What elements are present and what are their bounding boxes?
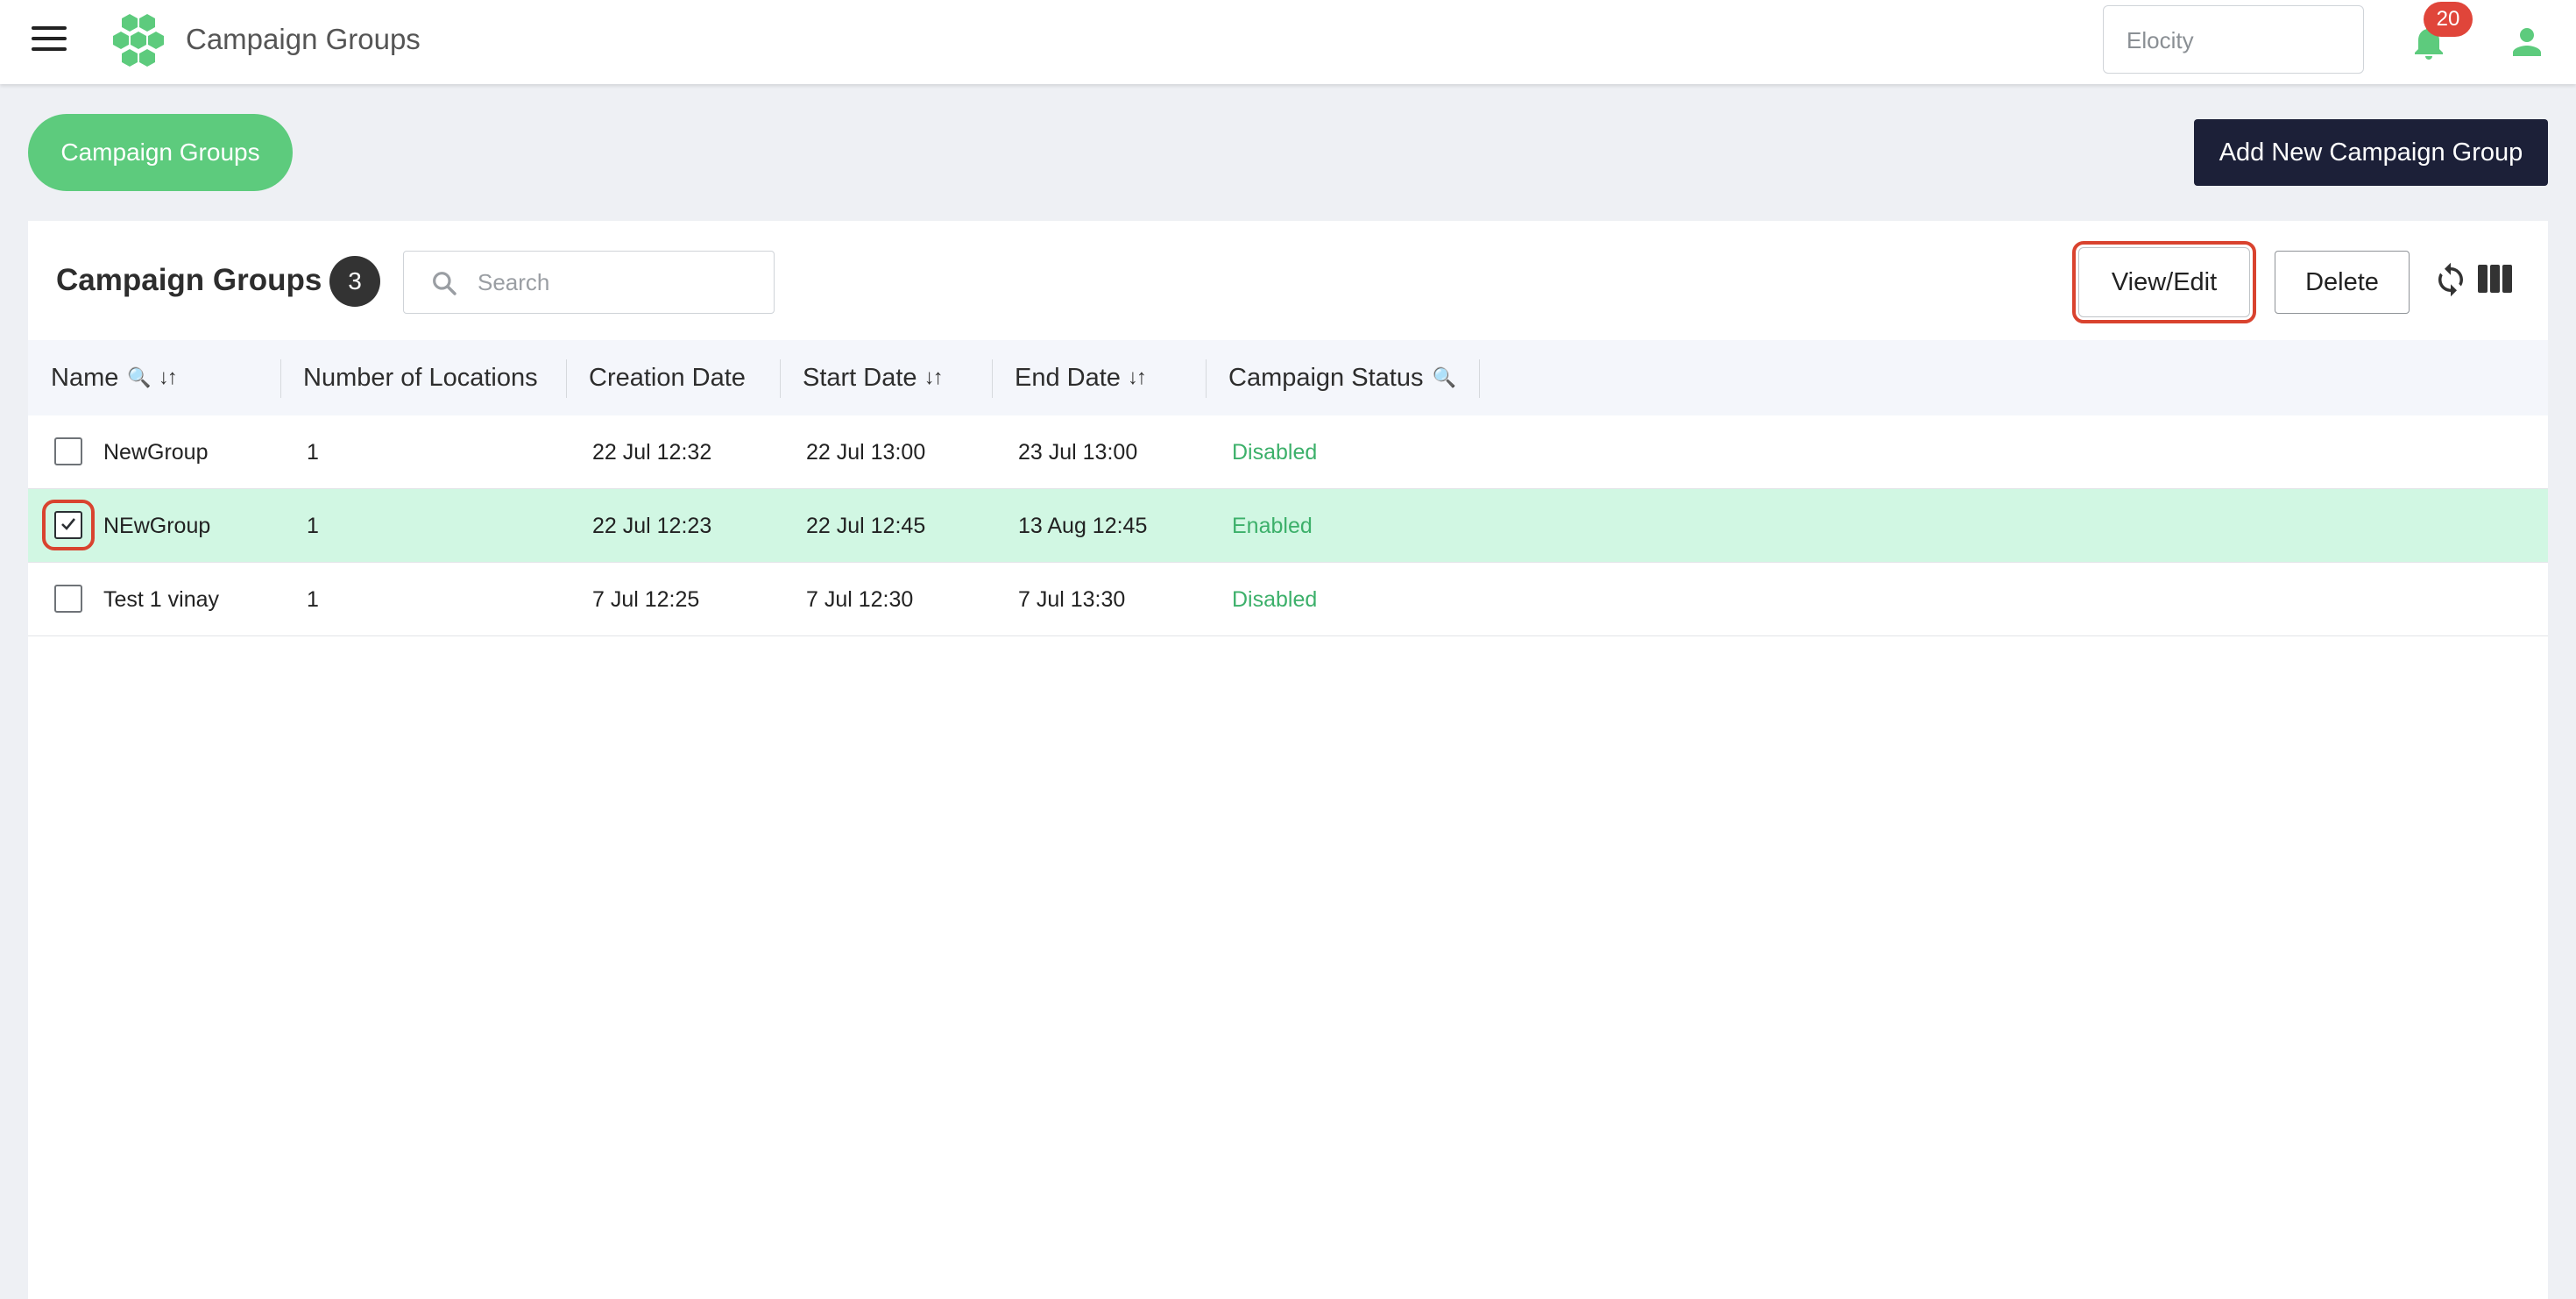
- user-icon[interactable]: [2506, 21, 2548, 63]
- column-header-status[interactable]: Campaign Status 🔍: [1228, 340, 1456, 415]
- row-checkbox[interactable]: [54, 511, 82, 539]
- cell-status: Enabled: [1232, 513, 1313, 538]
- table-header: Name 🔍 ↓↑ Number of Locations Creation D…: [28, 340, 2548, 415]
- table-row[interactable]: NewGroup 1 22 Jul 12:32 22 Jul 13:00 23 …: [28, 415, 2548, 489]
- cell-status: Disabled: [1232, 439, 1318, 465]
- table-row[interactable]: NEwGroup 1 22 Jul 12:23 22 Jul 12:45 13 …: [28, 489, 2548, 563]
- menu-icon[interactable]: [32, 26, 67, 58]
- campaign-groups-card: Campaign Groups 3 View/Edit Delete Name …: [28, 221, 2548, 1299]
- count-badge: 3: [329, 256, 380, 307]
- campaign-groups-tab[interactable]: Campaign Groups: [28, 114, 293, 191]
- columns-icon[interactable]: [2478, 265, 2513, 293]
- cell-creation-date: 22 Jul 12:32: [592, 439, 712, 465]
- sort-icon[interactable]: ↓↑: [1128, 366, 1147, 390]
- column-label: Start Date: [803, 363, 917, 392]
- filter-search-icon[interactable]: 🔍: [127, 366, 151, 389]
- cell-creation-date: 7 Jul 12:25: [592, 586, 700, 612]
- column-label: Number of Locations: [303, 363, 538, 392]
- sort-icon[interactable]: ↓↑: [159, 366, 178, 390]
- cell-start-date: 7 Jul 12:30: [806, 586, 914, 612]
- sort-icon[interactable]: ↓↑: [924, 366, 944, 390]
- refresh-icon[interactable]: [2432, 261, 2469, 298]
- cell-locations: 1: [307, 513, 319, 538]
- column-label: Name: [51, 363, 119, 392]
- column-header-creation-date[interactable]: Creation Date: [589, 340, 746, 415]
- cell-end-date: 13 Aug 12:45: [1018, 513, 1148, 538]
- cell-name: NEwGroup: [103, 513, 211, 538]
- add-campaign-group-button[interactable]: Add New Campaign Group: [2194, 119, 2548, 186]
- cell-start-date: 22 Jul 12:45: [806, 513, 926, 538]
- card-title: Campaign Groups: [56, 263, 322, 297]
- cell-end-date: 7 Jul 13:30: [1018, 586, 1126, 612]
- search-box[interactable]: [403, 251, 775, 314]
- app-title: Campaign Groups: [186, 23, 421, 55]
- column-header-name[interactable]: Name 🔍 ↓↑: [51, 340, 178, 415]
- column-label: Campaign Status: [1228, 363, 1424, 392]
- column-label: Creation Date: [589, 363, 746, 392]
- organization-select[interactable]: Elocity: [2103, 5, 2364, 74]
- delete-button[interactable]: Delete: [2275, 251, 2410, 314]
- table-row[interactable]: Test 1 vinay 1 7 Jul 12:25 7 Jul 12:30 7…: [28, 563, 2548, 636]
- check-icon: [61, 518, 76, 530]
- column-header-start-date[interactable]: Start Date ↓↑: [803, 340, 944, 415]
- cell-end-date: 23 Jul 13:00: [1018, 439, 1138, 465]
- column-header-end-date[interactable]: End Date ↓↑: [1015, 340, 1147, 415]
- filter-search-icon[interactable]: 🔍: [1432, 366, 1455, 389]
- search-input[interactable]: [478, 264, 758, 301]
- cell-start-date: 22 Jul 13:00: [806, 439, 926, 465]
- cell-name: NewGroup: [103, 439, 209, 465]
- column-header-locations[interactable]: Number of Locations: [303, 340, 538, 415]
- row-checkbox[interactable]: [54, 585, 82, 613]
- notification-badge: 20: [2424, 2, 2473, 37]
- cell-locations: 1: [307, 439, 319, 465]
- column-label: End Date: [1015, 363, 1121, 392]
- cell-status: Disabled: [1232, 586, 1318, 612]
- view-edit-button[interactable]: View/Edit: [2072, 241, 2256, 323]
- cell-locations: 1: [307, 586, 319, 612]
- row-checkbox[interactable]: [54, 437, 82, 465]
- search-icon: [433, 272, 456, 295]
- cell-creation-date: 22 Jul 12:23: [592, 513, 712, 538]
- top-bar: Campaign Groups Elocity 20: [0, 0, 2576, 84]
- cell-name: Test 1 vinay: [103, 586, 220, 612]
- logo-icon: [113, 14, 164, 67]
